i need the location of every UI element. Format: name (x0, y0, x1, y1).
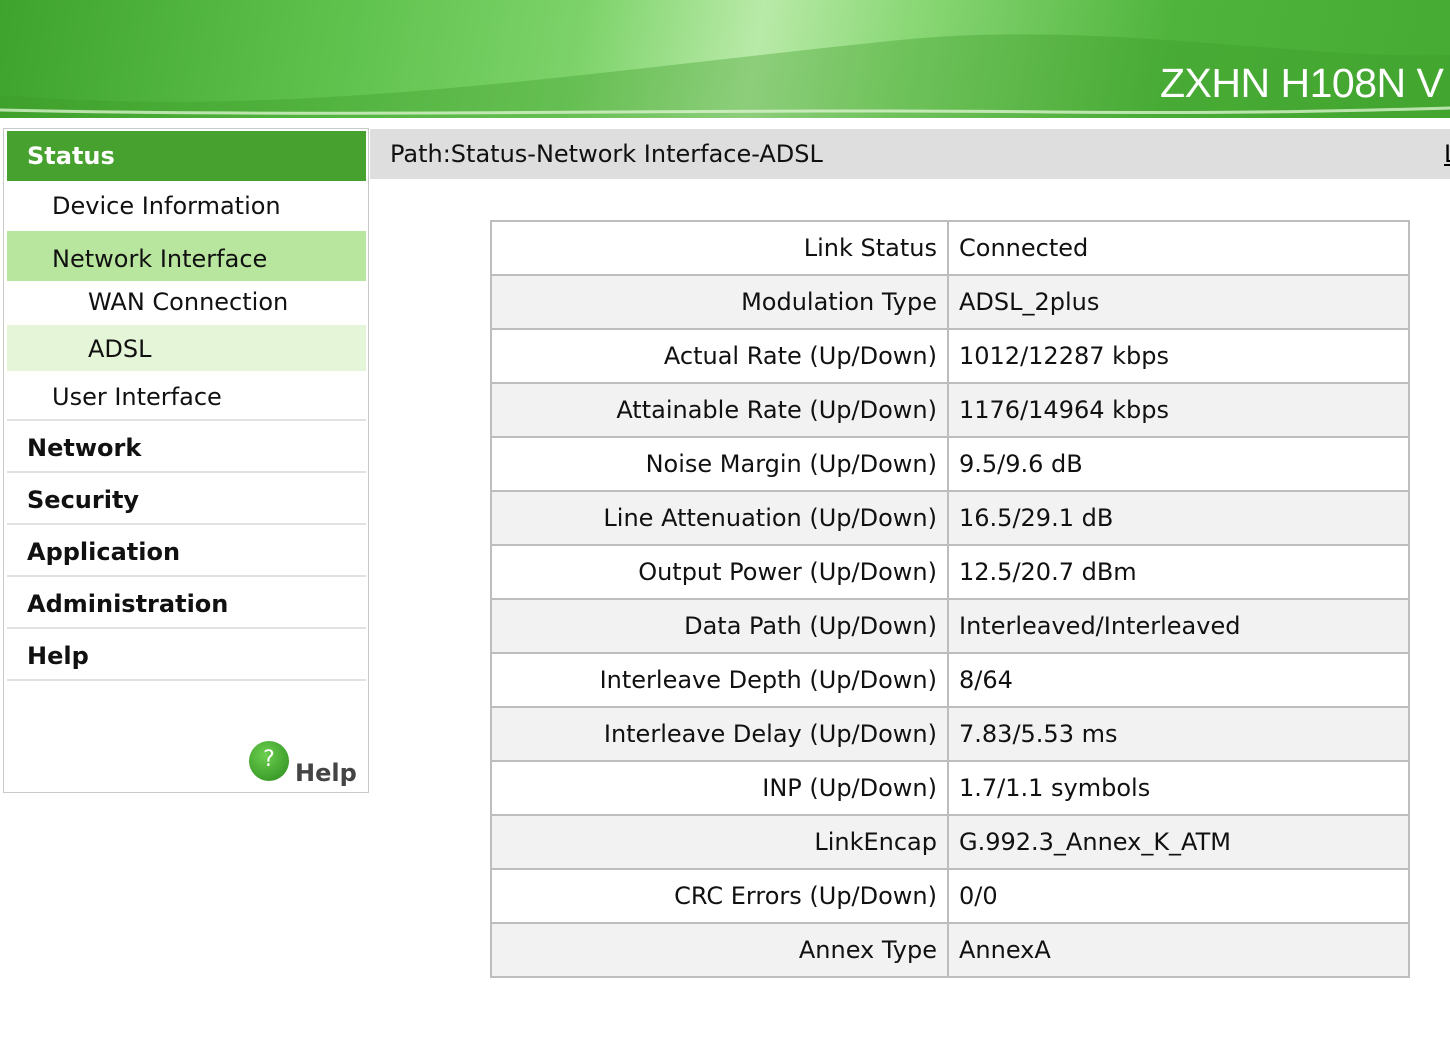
row-value: 1176/14964 kbps (947, 382, 1410, 438)
table-row: Attainable Rate (Up/Down) 1176/14964 kbp… (490, 382, 1410, 438)
header-banner: ZXHN H108N V (0, 0, 1450, 118)
table-row: Link Status Connected (490, 220, 1410, 276)
question-icon[interactable]: ? (249, 741, 289, 781)
menu-wan-connection[interactable]: WAN Connection (7, 281, 366, 325)
row-label: Link Status (490, 220, 949, 276)
table-row: Interleave Depth (Up/Down) 8/64 (490, 652, 1410, 708)
row-label: LinkEncap (490, 814, 949, 870)
path-text: Path:Status-Network Interface-ADSL (390, 140, 823, 168)
row-label: Line Attenuation (Up/Down) (490, 490, 949, 546)
sidebar: Status Device Information Network Interf… (3, 128, 369, 793)
menu-administration[interactable]: Administration (7, 579, 366, 629)
row-value: 9.5/9.6 dB (947, 436, 1410, 492)
table-row: LinkEncap G.992.3_Annex_K_ATM (490, 814, 1410, 870)
table-row: Interleave Delay (Up/Down) 7.83/5.53 ms (490, 706, 1410, 762)
row-value: Connected (947, 220, 1410, 276)
row-label: Modulation Type (490, 274, 949, 330)
row-label: Interleave Delay (Up/Down) (490, 706, 949, 762)
menu-network-interface[interactable]: Network Interface (7, 231, 366, 281)
row-label: INP (Up/Down) (490, 760, 949, 816)
menu-security[interactable]: Security (7, 475, 366, 525)
row-label: Noise Margin (Up/Down) (490, 436, 949, 492)
menu-application[interactable]: Application (7, 527, 366, 577)
row-value: 16.5/29.1 dB (947, 490, 1410, 546)
table-row: Noise Margin (Up/Down) 9.5/9.6 dB (490, 436, 1410, 492)
breadcrumb-path: Path:Status-Network Interface-ADSL L (370, 129, 1450, 179)
table-row: Modulation Type ADSL_2plus (490, 274, 1410, 330)
row-value: 12.5/20.7 dBm (947, 544, 1410, 600)
table-row: Line Attenuation (Up/Down) 16.5/29.1 dB (490, 490, 1410, 546)
table-row: Output Power (Up/Down) 12.5/20.7 dBm (490, 544, 1410, 600)
row-label: CRC Errors (Up/Down) (490, 868, 949, 924)
menu-user-interface[interactable]: User Interface (7, 371, 366, 421)
menu-network[interactable]: Network (7, 423, 366, 473)
model-title: ZXHN H108N V (1160, 60, 1444, 106)
row-value: 1.7/1.1 symbols (947, 760, 1410, 816)
row-label: Attainable Rate (Up/Down) (490, 382, 949, 438)
table-row: CRC Errors (Up/Down) 0/0 (490, 868, 1410, 924)
row-value: AnnexA (947, 922, 1410, 978)
help-link[interactable]: ? Help (249, 741, 359, 787)
row-label: Output Power (Up/Down) (490, 544, 949, 600)
adsl-status-table: Link Status Connected Modulation Type AD… (490, 220, 1410, 978)
table-row: Data Path (Up/Down) Interleaved/Interlea… (490, 598, 1410, 654)
table-row: INP (Up/Down) 1.7/1.1 symbols (490, 760, 1410, 816)
logout-link[interactable]: L (1444, 129, 1450, 179)
row-value: G.992.3_Annex_K_ATM (947, 814, 1410, 870)
row-value: ADSL_2plus (947, 274, 1410, 330)
menu-status[interactable]: Status (7, 131, 366, 181)
row-value: 0/0 (947, 868, 1410, 924)
row-label: Annex Type (490, 922, 949, 978)
table-row: Actual Rate (Up/Down) 1012/12287 kbps (490, 328, 1410, 384)
row-label: Data Path (Up/Down) (490, 598, 949, 654)
row-value: Interleaved/Interleaved (947, 598, 1410, 654)
menu-help[interactable]: Help (7, 631, 366, 681)
menu-adsl[interactable]: ADSL (7, 325, 366, 371)
row-label: Actual Rate (Up/Down) (490, 328, 949, 384)
row-label: Interleave Depth (Up/Down) (490, 652, 949, 708)
row-value: 7.83/5.53 ms (947, 706, 1410, 762)
row-value: 8/64 (947, 652, 1410, 708)
help-link-label: Help (295, 759, 357, 787)
row-value: 1012/12287 kbps (947, 328, 1410, 384)
menu-device-information[interactable]: Device Information (7, 181, 366, 231)
table-row: Annex Type AnnexA (490, 922, 1410, 978)
